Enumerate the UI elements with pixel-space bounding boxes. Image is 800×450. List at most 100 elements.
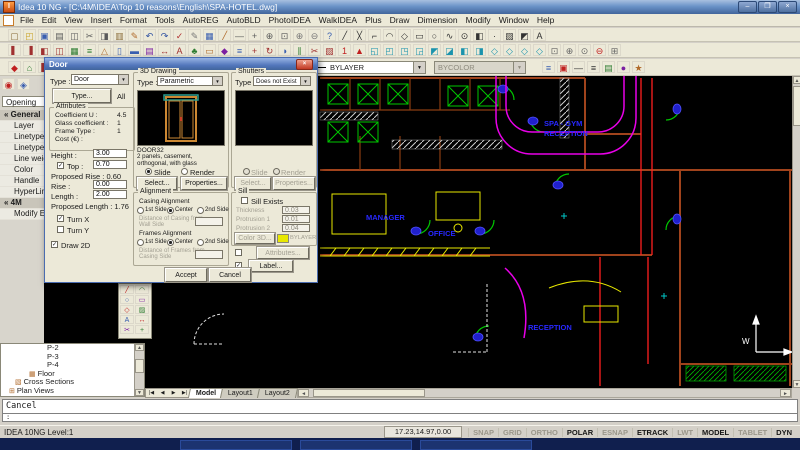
drawing3d-type-combo[interactable]: Parametric▼ xyxy=(157,76,223,86)
mirror-tool-icon[interactable]: ◑ xyxy=(278,44,291,56)
toggle-grid[interactable]: GRID xyxy=(498,428,526,437)
menu-autoreg[interactable]: AutoREG xyxy=(179,15,223,25)
tree-item[interactable]: ⊞Plan Views xyxy=(1,387,144,396)
shutters-type-combo[interactable]: Does not Exist▼ xyxy=(253,76,311,86)
props-tool-2-icon[interactable]: ◈ xyxy=(17,78,30,90)
zoom-out-2-icon[interactable]: ⊖ xyxy=(593,44,606,56)
render-radio[interactable] xyxy=(181,168,188,175)
maximize-button[interactable]: ❐ xyxy=(758,1,777,13)
offset-tool-icon[interactable]: ∥ xyxy=(293,44,306,56)
toggle-etrack[interactable]: ETRACK xyxy=(632,428,672,437)
scrollbar-thumb[interactable] xyxy=(135,359,144,373)
redo-icon[interactable]: ↷ xyxy=(158,29,171,41)
property-row[interactable]: Handle xyxy=(0,176,45,187)
hatch-icon[interactable]: ▨ xyxy=(503,29,516,41)
scroll-up-icon[interactable]: ▲ xyxy=(135,344,144,351)
tree-scrollbar[interactable]: ▲ ▼ xyxy=(134,344,144,396)
property-row[interactable]: Line weight xyxy=(0,154,45,165)
toggle-snap[interactable]: SNAP xyxy=(468,428,498,437)
float-dim-icon[interactable]: ↔ xyxy=(135,315,149,324)
turn-x-checkbox[interactable] xyxy=(57,215,64,222)
cut-icon[interactable]: ✂ xyxy=(83,29,96,41)
attributes-button[interactable]: Attributes... xyxy=(257,247,309,259)
text-icon[interactable]: A xyxy=(533,29,546,41)
menu-edit[interactable]: Edit xyxy=(38,15,61,25)
float-poly-icon[interactable]: ◇ xyxy=(120,305,134,314)
slide-radio[interactable] xyxy=(145,168,152,175)
scroll-up-icon[interactable]: ▲ xyxy=(793,76,800,84)
top-checkbox[interactable] xyxy=(57,162,64,169)
toggle-lwt[interactable]: LWT xyxy=(672,428,697,437)
toggle-ortho[interactable]: ORTHO xyxy=(526,428,562,437)
menu-dimension[interactable]: Dimension xyxy=(413,15,461,25)
properties-button[interactable]: Properties... xyxy=(181,177,227,190)
shutters-properties-button[interactable]: Properties... xyxy=(273,177,315,190)
menu-photoidea[interactable]: PhotoIDEA xyxy=(265,15,315,25)
insert-block-icon[interactable]: ◧ xyxy=(473,29,486,41)
tab-prev-button[interactable]: ◀ xyxy=(157,389,168,397)
building-tool-icon[interactable]: ⌂ xyxy=(23,61,36,73)
ellipse-icon[interactable]: ⊙ xyxy=(458,29,471,41)
thickness-field[interactable] xyxy=(282,206,310,214)
sketch-icon[interactable]: ╱ xyxy=(218,29,231,41)
stair-tool-icon[interactable]: ≡ xyxy=(83,44,96,56)
dist-frames-field[interactable] xyxy=(195,250,223,259)
iso-view-4-icon[interactable]: ◇ xyxy=(533,44,546,56)
properties-window-icon[interactable]: ▤ xyxy=(602,61,615,73)
drawing-horizontal-scrollbar[interactable]: ◄ ► xyxy=(297,388,792,398)
casing-center-radio[interactable] xyxy=(167,207,174,214)
zoom-out-icon[interactable]: ⊖ xyxy=(308,29,321,41)
trim-tool-icon[interactable]: ✂ xyxy=(308,44,321,56)
property-row[interactable]: HyperLink xyxy=(0,187,45,198)
open-icon[interactable]: ◰ xyxy=(23,29,36,41)
zoom-extents-icon[interactable]: ⊞ xyxy=(608,44,621,56)
float-hatch-icon[interactable]: ▨ xyxy=(135,305,149,314)
construction-line-icon[interactable]: ╳ xyxy=(353,29,366,41)
property-row[interactable]: « 4M xyxy=(0,198,45,209)
rectangle-icon[interactable]: ▭ xyxy=(413,29,426,41)
region-icon[interactable]: ◩ xyxy=(518,29,531,41)
menu-modify[interactable]: Modify xyxy=(462,15,495,25)
view-front-icon[interactable]: ◰ xyxy=(383,44,396,56)
menu-draw[interactable]: Draw xyxy=(386,15,414,25)
help-icon[interactable]: ? xyxy=(323,29,336,41)
print-preview-icon[interactable]: ◫ xyxy=(68,29,81,41)
iso-view-3-icon[interactable]: ◇ xyxy=(518,44,531,56)
tab-model[interactable]: Model xyxy=(188,388,224,398)
menu-insert[interactable]: Insert xyxy=(87,15,116,25)
property-row[interactable]: Linetype scale xyxy=(0,143,45,154)
match-properties-icon[interactable]: ✎ xyxy=(128,29,141,41)
view-nw-iso-icon[interactable]: ◨ xyxy=(473,44,486,56)
new-icon[interactable]: ▢ xyxy=(8,29,21,41)
sill-exists-checkbox[interactable] xyxy=(241,197,248,204)
menu-help[interactable]: Help xyxy=(533,15,558,25)
polyline-icon[interactable]: ⌐ xyxy=(368,29,381,41)
paste-icon[interactable]: ▥ xyxy=(113,29,126,41)
menu-file[interactable]: File xyxy=(16,15,38,25)
dialog-title-bar[interactable]: Door × xyxy=(45,58,317,70)
copy-icon[interactable]: ◨ xyxy=(98,29,111,41)
tab-next-button[interactable]: ▶ xyxy=(168,389,179,397)
height-field[interactable] xyxy=(93,149,127,158)
measure-icon[interactable]: — xyxy=(233,29,246,41)
wall-tool-icon[interactable]: ▌ xyxy=(8,44,21,56)
toggle-model[interactable]: MODEL xyxy=(697,428,733,437)
tab-layout1[interactable]: Layout1 xyxy=(220,388,261,398)
tree-item[interactable]: P-3 xyxy=(1,353,144,362)
opening-tool-icon[interactable]: ▐ xyxy=(23,44,36,56)
spline-icon[interactable]: ∿ xyxy=(443,29,456,41)
float-move-icon[interactable]: + xyxy=(135,325,149,334)
scroll-left-icon[interactable]: ◄ xyxy=(298,389,309,397)
coordinates-readout[interactable]: 17.23,14.97,0.00 xyxy=(384,426,462,438)
scrollbar-thumb[interactable] xyxy=(793,86,800,126)
shutters-slide-radio[interactable] xyxy=(243,168,250,175)
view-sw-iso-icon[interactable]: ◩ xyxy=(428,44,441,56)
casing-1st-radio[interactable] xyxy=(137,207,144,214)
move-tool-icon[interactable]: + xyxy=(248,44,261,56)
type-button[interactable]: Type... xyxy=(53,89,111,103)
float-rect-icon[interactable]: ▭ xyxy=(135,295,149,304)
view-top-icon[interactable]: ◱ xyxy=(368,44,381,56)
drawing-vertical-scrollbar[interactable]: ▲ ▼ xyxy=(792,76,800,388)
toggle-tablet[interactable]: TABLET xyxy=(733,428,771,437)
erase-tool-icon[interactable]: ▨ xyxy=(323,44,336,56)
